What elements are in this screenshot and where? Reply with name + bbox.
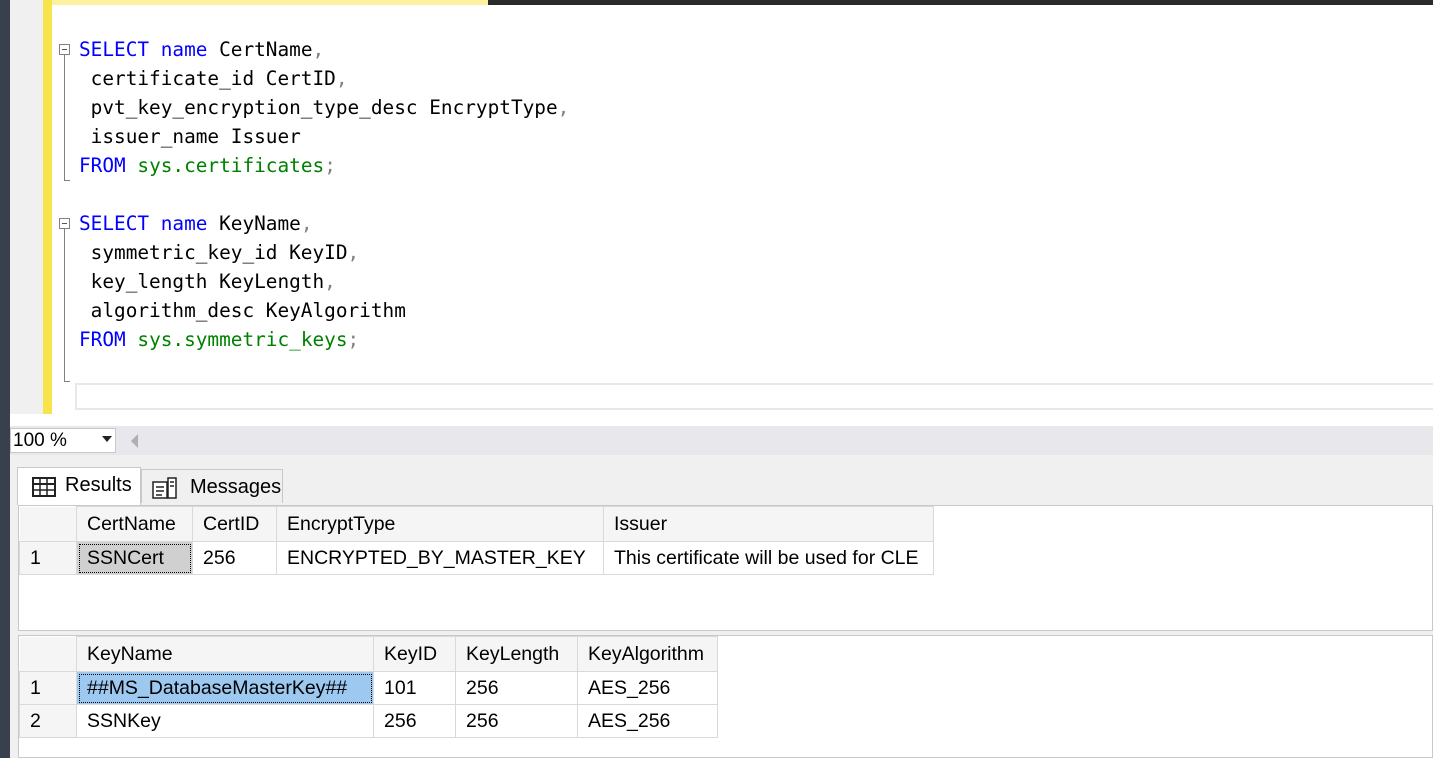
- fold-guide-1: [64, 55, 65, 180]
- code-token: pvt_key_encryption_type_desc EncryptType: [79, 96, 558, 119]
- query-editor[interactable]: SELECT name CertName, certificate_id Cer…: [10, 0, 1433, 426]
- cell-keyname[interactable]: SSNKey: [76, 704, 374, 738]
- change-tracking-bar: [43, 0, 52, 414]
- header-row: KeyName KeyID KeyLength KeyAlgorithm: [19, 636, 718, 672]
- scroll-left-icon[interactable]: [131, 434, 138, 448]
- certificates-table: CertName CertID EncryptType Issuer 1 SSN…: [19, 506, 934, 575]
- cell-certname[interactable]: SSNCert: [76, 541, 193, 575]
- code-token: certificate_id CertID: [79, 67, 336, 90]
- results-grid-2[interactable]: KeyName KeyID KeyLength KeyAlgorithm 1 #…: [18, 635, 1433, 758]
- row-number[interactable]: 2: [19, 704, 77, 738]
- code-line[interactable]: algorithm_desc KeyAlgorithm: [79, 296, 406, 325]
- sql-keyword: FROM: [79, 154, 126, 177]
- code-token: ,: [312, 38, 325, 61]
- window-left-frame: [0, 0, 10, 758]
- column-header-keyname[interactable]: KeyName: [76, 636, 374, 672]
- row-number[interactable]: 1: [19, 541, 77, 575]
- code-token: ,: [324, 270, 336, 293]
- code-line[interactable]: certificate_id CertID,: [79, 64, 348, 93]
- column-header-certid[interactable]: CertID: [192, 506, 277, 542]
- code-token: algorithm_desc KeyAlgorithm: [79, 299, 406, 322]
- column-header-keylength[interactable]: KeyLength: [455, 636, 578, 672]
- code-line[interactable]: FROM sys.symmetric_keys;: [79, 325, 359, 354]
- cell-keylength[interactable]: 256: [455, 671, 578, 705]
- results-grid-1[interactable]: CertName CertID EncryptType Issuer 1 SSN…: [18, 505, 1433, 631]
- symmetric-keys-table: KeyName KeyID KeyLength KeyAlgorithm 1 #…: [19, 636, 718, 738]
- cell-encrypttype[interactable]: ENCRYPTED_BY_MASTER_KEY: [276, 541, 604, 575]
- column-header-issuer[interactable]: Issuer: [603, 506, 934, 542]
- zoom-select[interactable]: 100 %: [10, 428, 116, 453]
- tab-messages-label: Messages: [190, 476, 282, 498]
- table-row[interactable]: 1 SSNCert 256 ENCRYPTED_BY_MASTER_KEY Th…: [19, 541, 934, 575]
- header-row: CertName CertID EncryptType Issuer: [19, 506, 934, 542]
- code-token: CertName: [207, 38, 313, 61]
- editor-top-strip-dark: [488, 0, 1433, 5]
- results-pane: Results Messages CertName CertID Encrypt…: [10, 455, 1433, 758]
- cell-keyalgorithm[interactable]: AES_256: [577, 671, 718, 705]
- sql-keyword: SELECT: [79, 212, 150, 235]
- chevron-down-icon[interactable]: [102, 436, 112, 442]
- code-token: ;: [324, 154, 336, 177]
- table-row[interactable]: 1 ##MS_DatabaseMasterKey## 101 256 AES_2…: [19, 671, 718, 705]
- cell-keyid[interactable]: 101: [373, 671, 456, 705]
- current-line-highlight[interactable]: [75, 383, 1433, 410]
- fold-guide-2: [64, 229, 65, 381]
- code-token: ;: [347, 328, 360, 351]
- table-row[interactable]: 2 SSNKey 256 256 AES_256: [19, 704, 718, 738]
- tab-results[interactable]: Results: [17, 467, 141, 505]
- fold-end-2: [64, 381, 70, 382]
- corner-cell[interactable]: [19, 636, 77, 672]
- tab-messages[interactable]: Messages: [141, 469, 283, 503]
- column-header-encrypttype[interactable]: EncryptType: [276, 506, 604, 542]
- zoom-bar: 100 %: [10, 426, 1433, 455]
- column-header-keyalgorithm[interactable]: KeyAlgorithm: [577, 636, 718, 672]
- editor-gutter: [10, 0, 43, 414]
- cell-keyid[interactable]: 256: [373, 704, 456, 738]
- zoom-value: 100 %: [13, 430, 67, 451]
- code-line[interactable]: key_length KeyLength,: [79, 267, 336, 296]
- column-header-certname[interactable]: CertName: [76, 506, 193, 542]
- code-line[interactable]: issuer_name Issuer: [79, 122, 301, 151]
- cell-keyname[interactable]: ##MS_DatabaseMasterKey##: [76, 671, 374, 705]
- system-object: sys.symmetric_keys: [137, 328, 348, 351]
- sql-keyword: name: [160, 212, 208, 235]
- code-token: ,: [335, 67, 348, 90]
- column-header-keyid[interactable]: KeyID: [373, 636, 456, 672]
- code-line[interactable]: SELECT name KeyName,: [79, 209, 313, 238]
- cell-certid[interactable]: 256: [192, 541, 277, 575]
- messages-icon: [152, 477, 177, 499]
- code-token: ,: [300, 212, 313, 235]
- system-object: sys.certificates: [137, 154, 325, 177]
- code-line[interactable]: FROM sys.certificates;: [79, 151, 336, 180]
- editor-top-strip: [10, 0, 488, 5]
- code-line[interactable]: pvt_key_encryption_type_desc EncryptType…: [79, 93, 570, 122]
- code-token: ,: [347, 241, 360, 264]
- fold-end-1: [64, 180, 70, 181]
- sql-keyword: SELECT: [79, 38, 150, 61]
- collapse-region-1-icon[interactable]: [59, 44, 70, 55]
- code-token: ,: [557, 96, 570, 119]
- corner-cell[interactable]: [19, 506, 77, 542]
- code-token: issuer_name Issuer: [79, 125, 301, 148]
- sql-keyword: FROM: [79, 328, 126, 351]
- cell-keyalgorithm[interactable]: AES_256: [577, 704, 718, 738]
- code-line[interactable]: SELECT name CertName,: [79, 35, 324, 64]
- row-number[interactable]: 1: [19, 671, 77, 705]
- code-token: KeyName: [207, 212, 301, 235]
- tab-results-label: Results: [65, 474, 132, 496]
- code-token: key_length KeyLength: [79, 270, 325, 293]
- cell-keylength[interactable]: 256: [455, 704, 578, 738]
- code-line[interactable]: symmetric_key_id KeyID,: [79, 238, 360, 267]
- collapse-region-2-icon[interactable]: [59, 218, 70, 229]
- sql-keyword: name: [160, 38, 208, 61]
- code-token: symmetric_key_id KeyID: [79, 241, 348, 264]
- grid-icon: [32, 477, 56, 497]
- cell-issuer[interactable]: This certificate will be used for CLE: [603, 541, 934, 575]
